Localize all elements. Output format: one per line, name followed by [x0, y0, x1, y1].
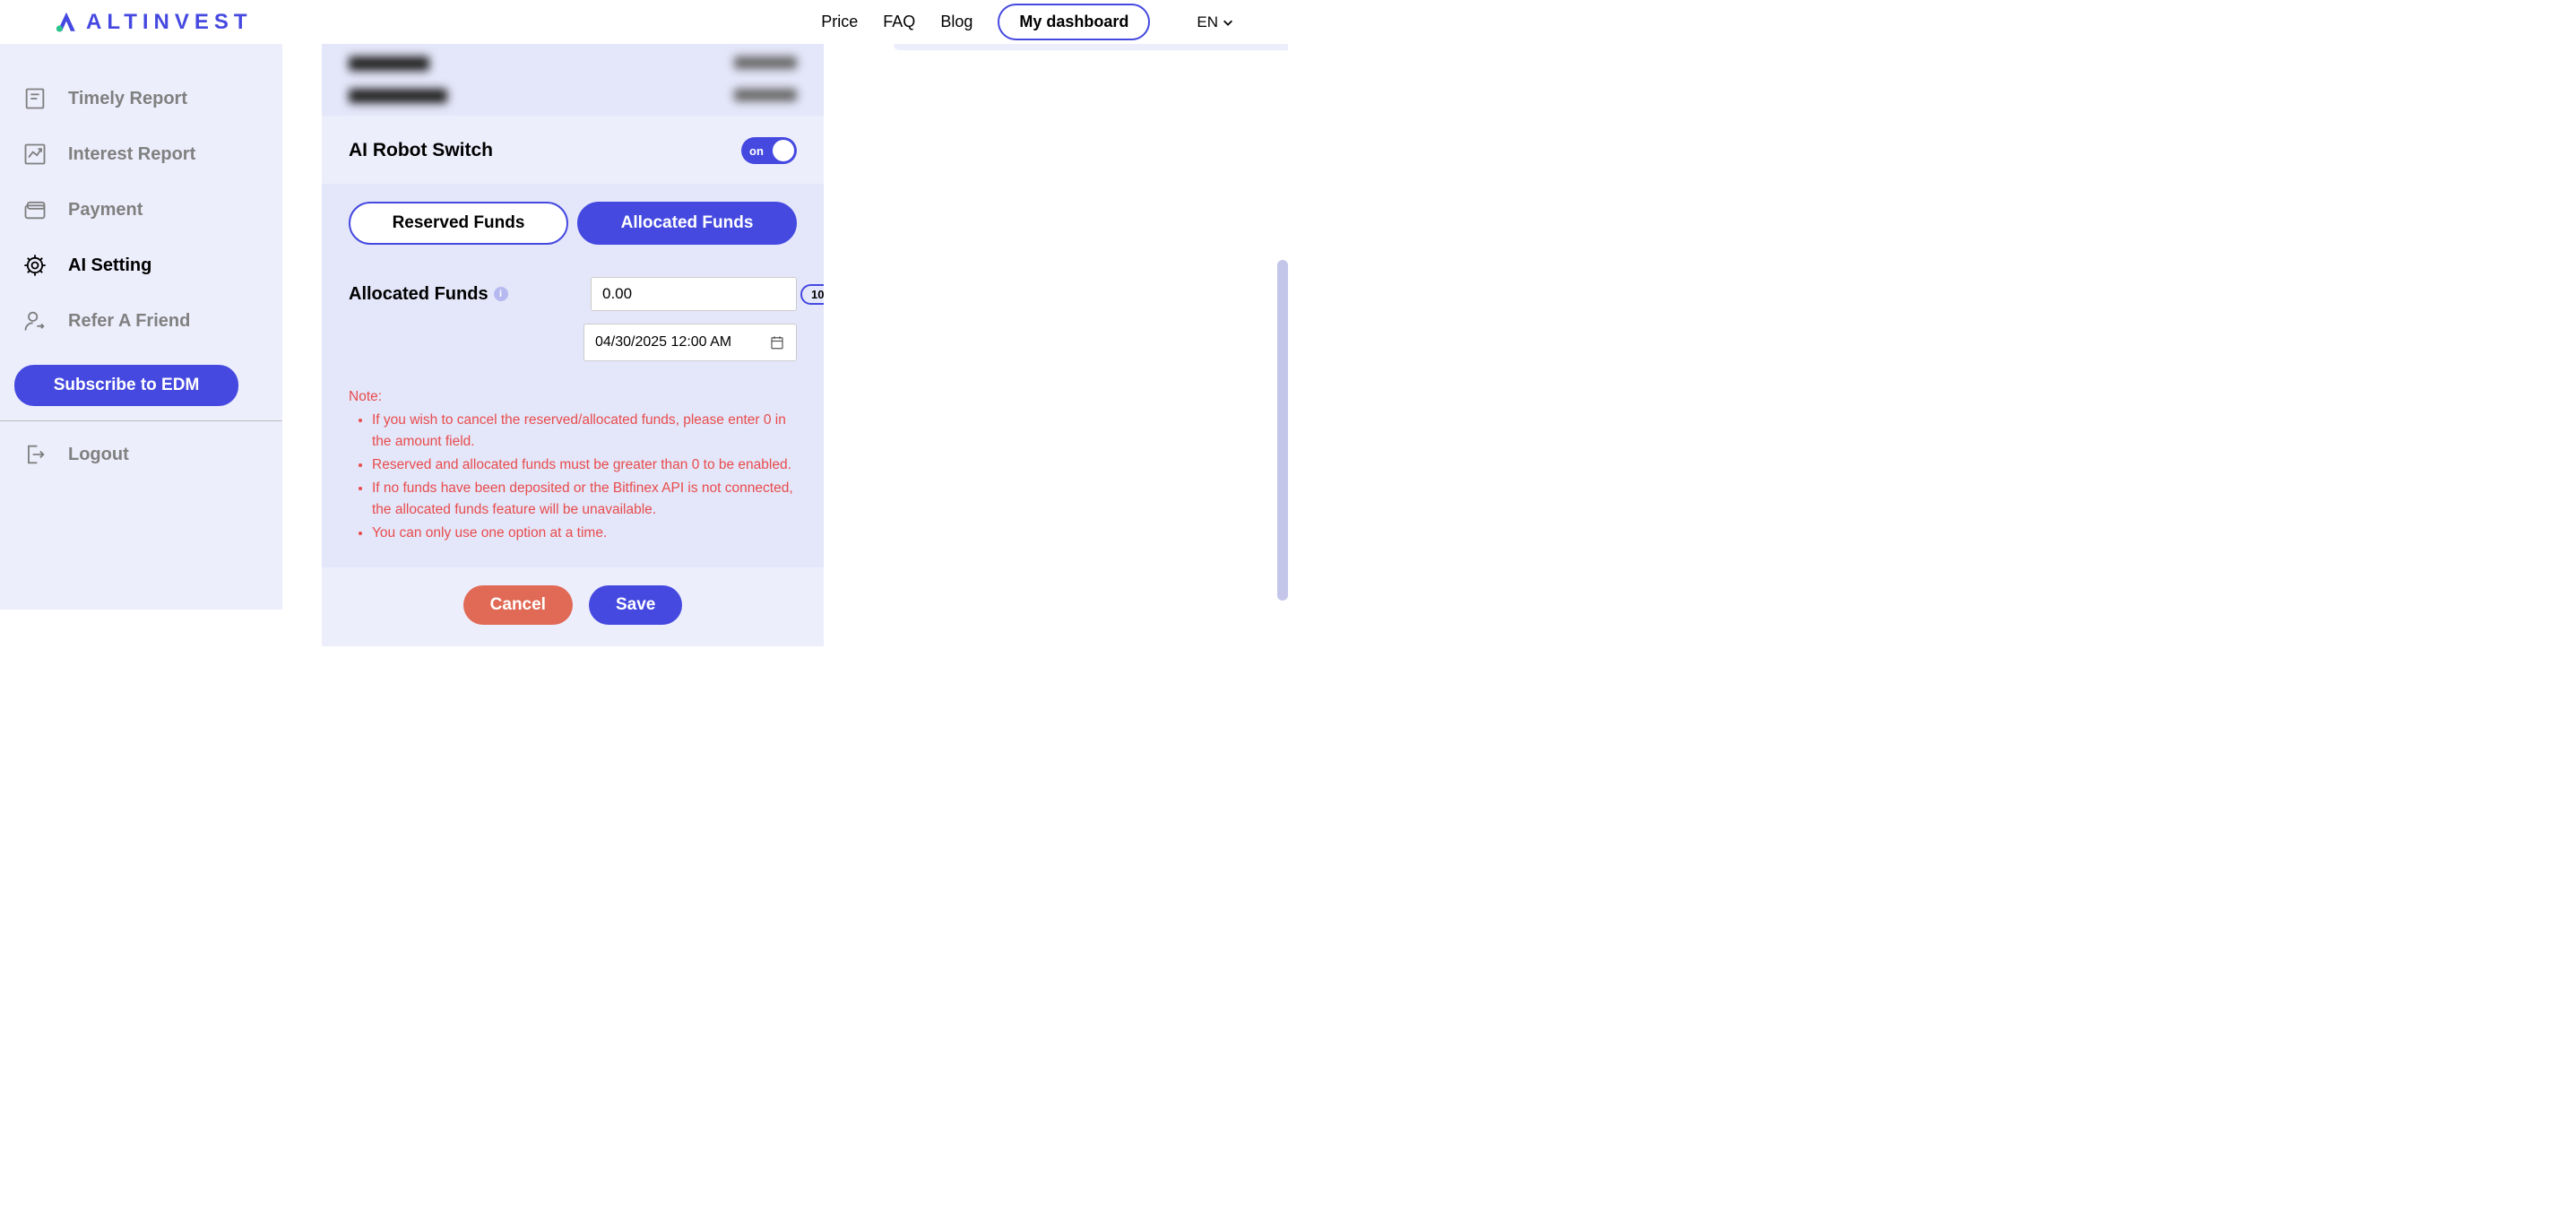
logo-text: ALTINVEST [86, 10, 253, 35]
user-share-icon [22, 307, 48, 334]
gear-icon [22, 252, 48, 279]
date-row: 04/30/2025 12:00 AM [322, 311, 824, 361]
nav-faq[interactable]: FAQ [883, 13, 915, 31]
info-icon[interactable]: i [494, 287, 508, 301]
logo[interactable]: ALTINVEST [54, 10, 253, 35]
nav-blog[interactable]: Blog [940, 13, 972, 31]
logout-icon [22, 441, 48, 468]
divider [0, 420, 282, 421]
ai-switch-row: AI Robot Switch on [322, 116, 824, 184]
main: AI Robot Switch on Reserved Funds Alloca… [282, 44, 1288, 610]
nav-price[interactable]: Price [821, 13, 858, 31]
scrollbar[interactable] [1277, 260, 1288, 601]
allocated-funds-input[interactable] [602, 285, 800, 303]
sidebar-item-logout[interactable]: Logout [14, 427, 270, 482]
allocated-funds-row: Allocated Funds i 100% [322, 245, 824, 311]
sidebar-item-label: Timely Report [68, 89, 187, 109]
note-item: If you wish to cancel the reserved/alloc… [372, 410, 797, 453]
allocated-funds-label: Allocated Funds i [349, 284, 508, 305]
note-block: Note: If you wish to cancel the reserved… [322, 361, 824, 567]
blurred-api-secret-row [322, 83, 824, 116]
note-item: If no funds have been deposited or the B… [372, 478, 797, 521]
save-button[interactable]: Save [589, 585, 682, 625]
ai-switch-label: AI Robot Switch [349, 140, 493, 161]
datetime-value: 04/30/2025 12:00 AM [595, 334, 731, 350]
datetime-input[interactable]: 04/30/2025 12:00 AM [583, 324, 797, 361]
blurred-api-key-row [322, 44, 824, 83]
sidebar-item-refer[interactable]: Refer A Friend [14, 293, 270, 349]
action-buttons: Cancel Save [322, 567, 824, 646]
sidebar-item-interest-report[interactable]: Interest Report [14, 126, 270, 182]
note-item: Reserved and allocated funds must be gre… [372, 454, 797, 476]
sidebar: Timely Report Interest Report Payment AI… [0, 44, 282, 610]
toggle-state: on [749, 144, 764, 158]
sidebar-item-label: Logout [68, 445, 129, 465]
calendar-icon [769, 334, 785, 350]
nav: Price FAQ Blog My dashboard EN [821, 4, 1234, 40]
subscribe-edm-button[interactable]: Subscribe to EDM [14, 365, 238, 406]
fund-label-text: Allocated Funds [349, 284, 488, 305]
allocated-funds-input-wrap: 100% [591, 277, 797, 311]
sidebar-item-label: Interest Report [68, 144, 195, 165]
tab-allocated-funds[interactable]: Allocated Funds [577, 202, 797, 245]
logo-icon [54, 10, 79, 35]
note-title: Note: [349, 386, 797, 408]
toggle-knob [773, 140, 794, 161]
language-selector[interactable]: EN [1197, 13, 1234, 31]
note-item: You can only use one option at a time. [372, 523, 797, 544]
language-label: EN [1197, 13, 1218, 31]
ai-switch-toggle[interactable]: on [741, 137, 797, 164]
sidebar-item-payment[interactable]: Payment [14, 182, 270, 238]
settings-card: AI Robot Switch on Reserved Funds Alloca… [322, 44, 824, 646]
sidebar-item-label: Payment [68, 200, 143, 221]
fund-tabs: Reserved Funds Allocated Funds [322, 184, 824, 245]
sidebar-item-label: Refer A Friend [68, 311, 190, 332]
chart-icon [22, 141, 48, 168]
sidebar-item-timely-report[interactable]: Timely Report [14, 71, 270, 126]
my-dashboard-button[interactable]: My dashboard [998, 4, 1150, 40]
sidebar-item-label: AI Setting [68, 255, 151, 276]
tab-reserved-funds[interactable]: Reserved Funds [349, 202, 568, 245]
wallet-icon [22, 196, 48, 223]
document-icon [22, 85, 48, 112]
note-list: If you wish to cancel the reserved/alloc… [349, 410, 797, 544]
percent-100-button[interactable]: 100% [800, 284, 824, 305]
chevron-down-icon [1222, 16, 1234, 29]
header: ALTINVEST Price FAQ Blog My dashboard EN [0, 0, 1288, 44]
sidebar-item-ai-setting[interactable]: AI Setting [14, 238, 270, 293]
cancel-button[interactable]: Cancel [463, 585, 573, 625]
